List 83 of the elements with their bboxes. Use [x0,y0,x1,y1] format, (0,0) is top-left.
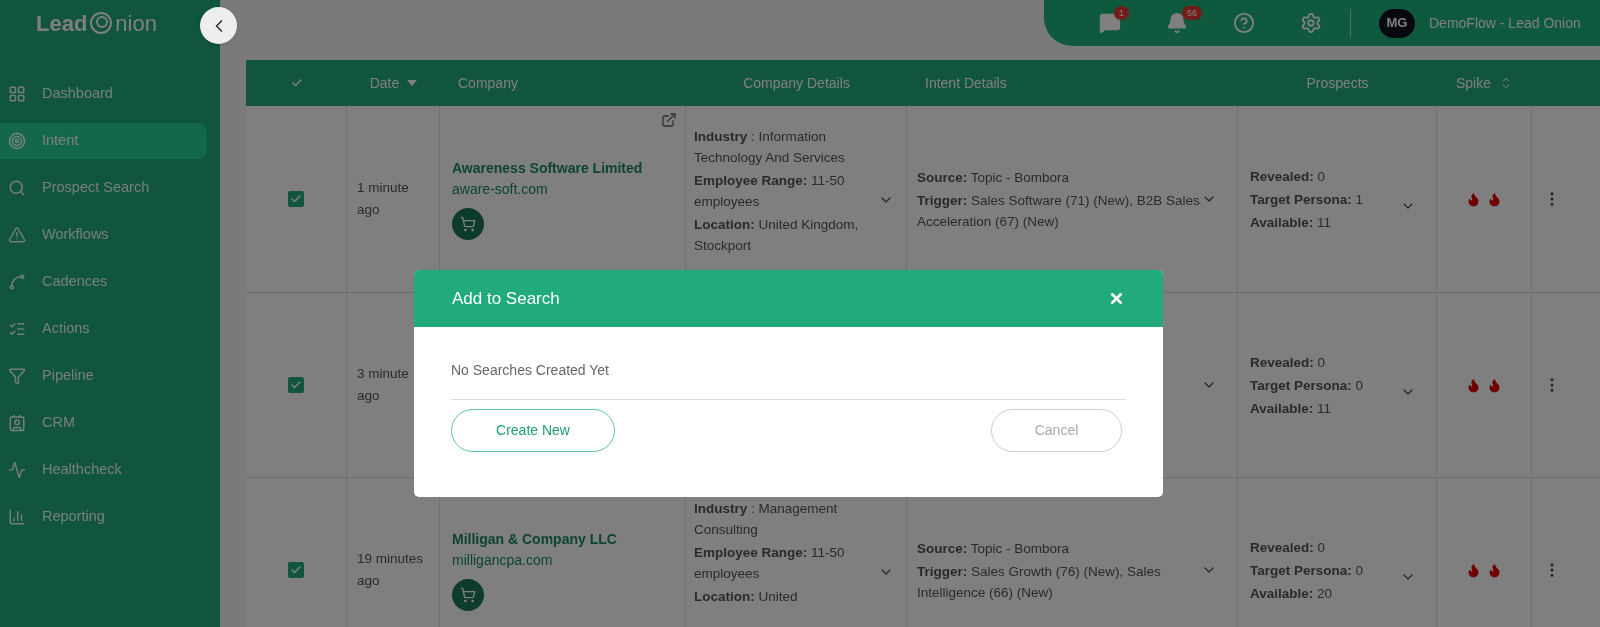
company-domain[interactable]: aware-soft.com [452,179,673,200]
flame-icon [1466,191,1481,207]
checklist-icon [8,320,26,338]
prospect-count-line: Available: 20 [1250,584,1334,603]
modal-title: Add to Search [452,287,560,310]
logo-text: nion [115,9,157,38]
sidebar-item[interactable]: Reporting [0,499,207,535]
company-detail-line: Employee Range: 11-50 employees [694,544,846,583]
check-icon [290,564,302,576]
column-header[interactable]: Prospects [1306,72,1369,94]
help-icon[interactable] [1233,12,1255,34]
prospect-count-line: Available: 11 [1250,399,1333,418]
contact-card-icon [8,414,26,432]
bar-chart-icon [8,508,26,526]
column-header[interactable]: Spike [1456,72,1491,94]
checkbox[interactable] [288,562,304,578]
sidebar-item[interactable]: Intent [0,123,207,159]
intent-detail-line: Source: Topic - Bombora [917,539,1071,558]
check-icon [290,193,302,205]
prospect-count-line: Revealed: 0 [1250,353,1327,372]
company-detail-line: Location: United Kingdom, Stockport [694,216,860,255]
intent-detail-line: Trigger: Sales Software (71) (New), B2B Sales Acceleration (67) (New) [917,191,1201,231]
external-link-icon[interactable] [661,112,677,128]
settings-icon[interactable] [1300,12,1322,34]
flame-icon [1466,377,1481,393]
nodes-icon [8,273,26,291]
notification-badge: 1 [1114,6,1129,20]
prospect-count-line: Available: 11 [1250,213,1333,232]
date-text: 3 minute ago [357,365,410,405]
prospect-count-line: Target Persona: 0 [1250,561,1365,580]
cart-signal-icon [452,208,484,240]
checkbox[interactable] [288,191,304,207]
sort-caret-icon[interactable] [407,80,418,86]
flame-icon [1487,562,1502,578]
flame-icon [1487,191,1502,207]
column-header[interactable]: Company Details [743,72,850,94]
sidebar-item[interactable]: Prospect Search [0,170,207,206]
flame-icon [1487,377,1502,393]
close-icon[interactable] [1108,290,1125,307]
prospect-count-line: Revealed: 0 [1250,167,1327,186]
company-detail-line: Industry : Information Technology And Services [694,128,846,167]
company-detail-line: Industry : Management Consulting [694,500,839,539]
pulse-icon [8,461,26,479]
check-icon [290,379,302,391]
checkbox[interactable] [288,377,304,393]
target-icon [8,132,26,150]
company-detail-line: Employee Range: 11-50 employees [694,172,846,211]
onion-logo-icon [89,11,114,35]
sidebar-item[interactable]: Pipeline [0,358,207,394]
check-icon [290,77,303,89]
prospect-count-line: Revealed: 0 [1250,538,1327,557]
sidebar-item[interactable]: Dashboard [0,76,207,112]
company-detail-line: Location: United [694,588,799,606]
company-domain[interactable]: milligancpa.com [452,550,673,571]
account-name[interactable]: DemoFlow - Lead Onion [1429,12,1581,34]
empty-message: No Searches Created Yet [451,361,610,380]
search-icon [8,179,26,197]
column-header[interactable]: Date [369,72,400,94]
intent-detail-line: Trigger: Sales Growth (76) (New), Sales Intelligence (66) (New) [917,562,1162,602]
sidebar-item[interactable]: Cadences [0,264,207,300]
sidebar-item[interactable]: CRM [0,405,207,441]
grid-icon [8,85,26,103]
flame-icon [1466,562,1481,578]
logo-text: Lead [36,9,88,38]
sidebar-item[interactable]: Actions [0,311,207,347]
notification-badge: 56 [1182,6,1202,20]
company-name[interactable]: Awareness Software Limited [452,158,673,179]
date-text: 1 minute ago [357,179,410,219]
intent-detail-line: Source: Topic - Bombora [917,168,1071,187]
triangle-icon [8,226,26,244]
company-name[interactable]: Milligan & Company LLC [452,529,673,550]
date-text: 19 minutes ago [357,550,425,590]
column-header[interactable]: Company [458,72,518,94]
prospect-count-line: Target Persona: 1 [1250,190,1365,209]
sidebar-item[interactable]: Healthcheck [0,452,207,488]
filter-icon [8,367,26,385]
bell-icon[interactable] [1166,12,1188,34]
avatar[interactable]: MG [1379,8,1415,38]
cart-signal-icon [452,579,484,611]
sidebar-item[interactable]: Workflows [0,217,207,253]
column-header[interactable]: Intent Details [925,72,1007,94]
chat-icon[interactable] [1099,12,1121,34]
prospect-count-line: Target Persona: 0 [1250,376,1365,395]
